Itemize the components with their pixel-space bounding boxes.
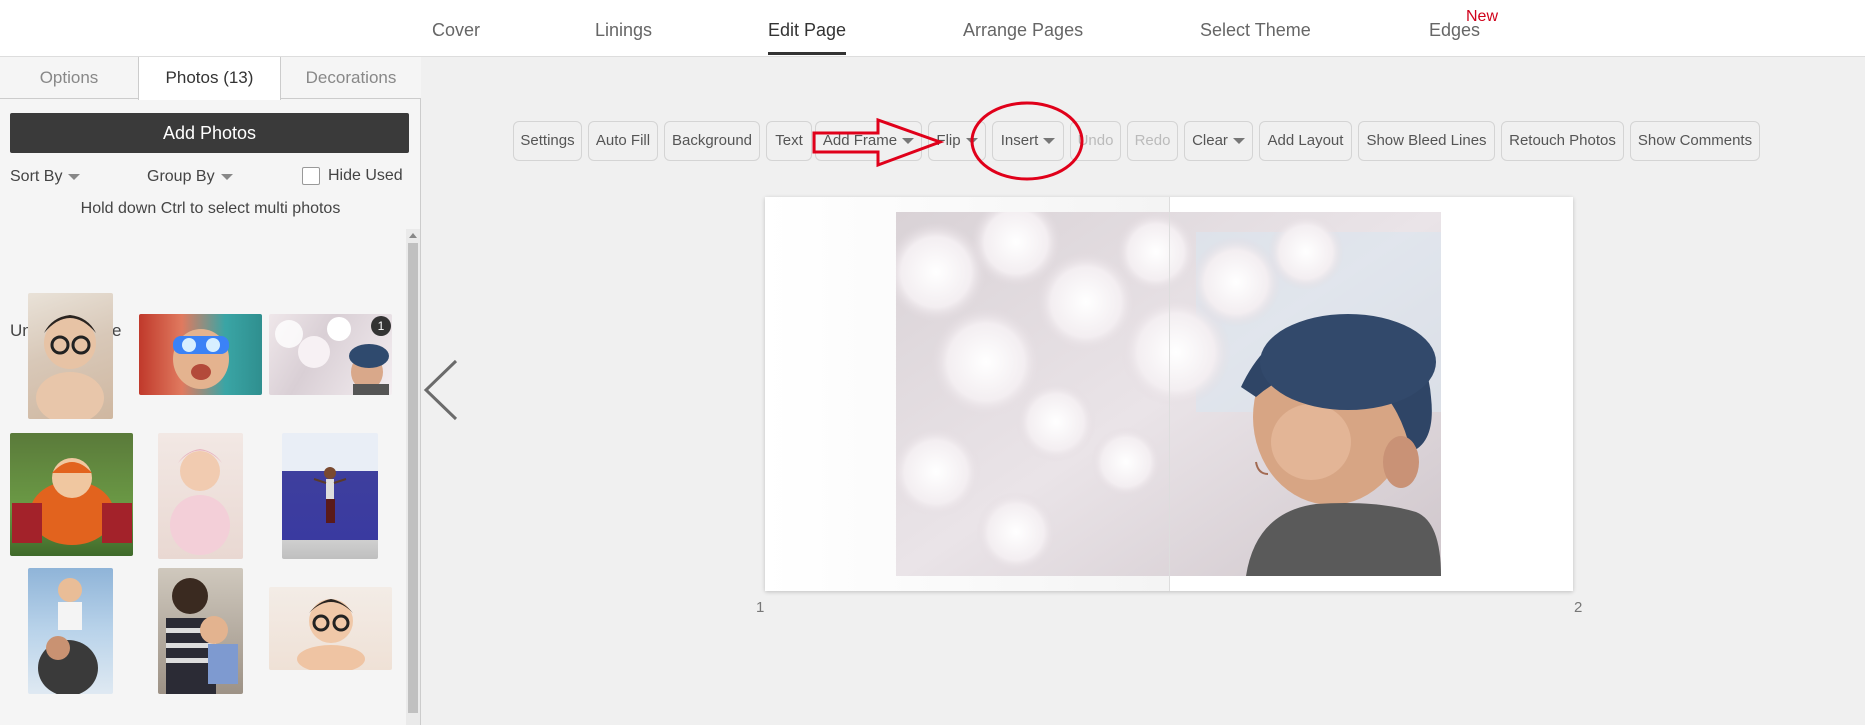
spread-spine [1169,197,1170,591]
photo-thumbnail[interactable] [282,433,378,559]
hide-used-checkbox[interactable] [302,167,320,185]
undo-button[interactable]: Undo [1070,121,1121,161]
redo-button[interactable]: Redo [1127,121,1178,161]
caret-down-icon [1232,138,1245,145]
sort-by-dropdown[interactable]: Sort By [10,168,81,186]
show-comments-label: Show Comments [1637,132,1753,149]
caret-down-icon [1043,138,1056,145]
sort-by-label: Sort By [10,168,63,185]
nav-edit-page-label: Edit Page [768,20,847,40]
multi-select-hint: Hold down Ctrl to select multi photos [80,200,341,217]
tab-photos[interactable]: Photos (13) [138,57,281,100]
add-photos-button[interactable]: Add Photos [10,113,409,153]
photo-thumbnail[interactable] [158,568,243,694]
girl-blue-wall-image [313,467,347,523]
add-frame-button[interactable]: Add Frame [815,121,922,161]
tab-decorations[interactable]: Decorations [281,57,421,99]
group-by-label: Group By [147,168,215,185]
auto-fill-label: Auto Fill [595,132,651,149]
show-bleed-lines-button[interactable]: Show Bleed Lines [1358,121,1495,161]
background-label: Background [671,132,753,149]
nav-arrange-pages[interactable]: Arrange Pages [963,20,1083,41]
tab-options[interactable]: Options [0,57,138,99]
caret-down-icon [220,173,233,180]
baby-glasses-image [36,315,104,424]
photo-thumbnail[interactable] [28,293,113,424]
photo-thumbnail[interactable] [269,587,392,673]
nav-linings[interactable]: Linings [595,20,652,41]
text-label: Text [775,132,803,149]
caret-down-icon [965,138,978,145]
add-frame-label: Add Frame [822,132,898,149]
photo-thumbnail[interactable] [139,314,262,395]
text-button[interactable]: Text [766,121,812,161]
kid-goggles-image [173,329,229,389]
insert-button[interactable]: Insert [992,121,1064,161]
pumpkin-baby-image [12,458,132,545]
sidebar: Options Photos (13) Decorations Add Phot… [0,57,421,725]
add-layout-button[interactable]: Add Layout [1259,121,1352,161]
settings-label: Settings [520,132,575,149]
show-comments-button[interactable]: Show Comments [1630,121,1760,161]
clear-button[interactable]: Clear [1184,121,1253,161]
hide-used-label: Hide Used [328,167,403,184]
add-layout-label: Add Layout [1267,132,1344,149]
show-bleed-lines-label: Show Bleed Lines [1366,132,1487,149]
photo-thumbnail[interactable] [28,568,113,696]
clear-label: Clear [1192,132,1228,149]
nav-select-theme[interactable]: Select Theme [1200,20,1311,41]
nav-edit-page[interactable]: Edit Page [768,20,847,55]
baby-pink-outfit-image [170,449,230,555]
retouch-photos-label: Retouch Photos [1509,132,1616,149]
auto-fill-button[interactable]: Auto Fill [588,121,658,161]
scroll-thumb[interactable] [408,243,418,713]
active-tab-underline [768,52,847,55]
photo-list-scrollbar[interactable] [406,229,420,725]
chevron-left-icon[interactable] [418,355,468,425]
new-badge: New [1466,8,1499,25]
undo-label: Undo [1077,132,1114,149]
photo-thumbnail[interactable] [158,433,243,559]
photo-thumbnail[interactable]: 1 [269,314,392,395]
baby-glasses-lying-image [297,599,365,673]
top-navigation: Cover Linings Edit Page Arrange Pages Se… [0,0,1865,57]
child-lifted-image [38,578,98,696]
caret-down-icon [902,138,915,145]
page-spread[interactable] [765,197,1573,591]
settings-button[interactable]: Settings [513,121,582,161]
scroll-up-icon[interactable] [409,233,417,238]
photo-thumbnail[interactable] [10,433,133,556]
page-number-left: 1 [756,599,765,616]
mother-child-image [166,578,238,694]
page-number-right: 2 [1574,599,1583,616]
group-by-dropdown[interactable]: Group By [147,168,233,186]
redo-label: Redo [1134,132,1171,149]
flip-button[interactable]: Flip [928,121,986,161]
caret-down-icon [68,173,81,180]
retouch-photos-button[interactable]: Retouch Photos [1501,121,1624,161]
nav-cover[interactable]: Cover [432,20,480,41]
flip-label: Flip [936,132,961,149]
insert-label: Insert [1000,132,1039,149]
used-count-badge: 1 [371,316,391,336]
sidebar-tabs: Options Photos (13) Decorations [0,57,421,100]
background-button[interactable]: Background [664,121,760,161]
